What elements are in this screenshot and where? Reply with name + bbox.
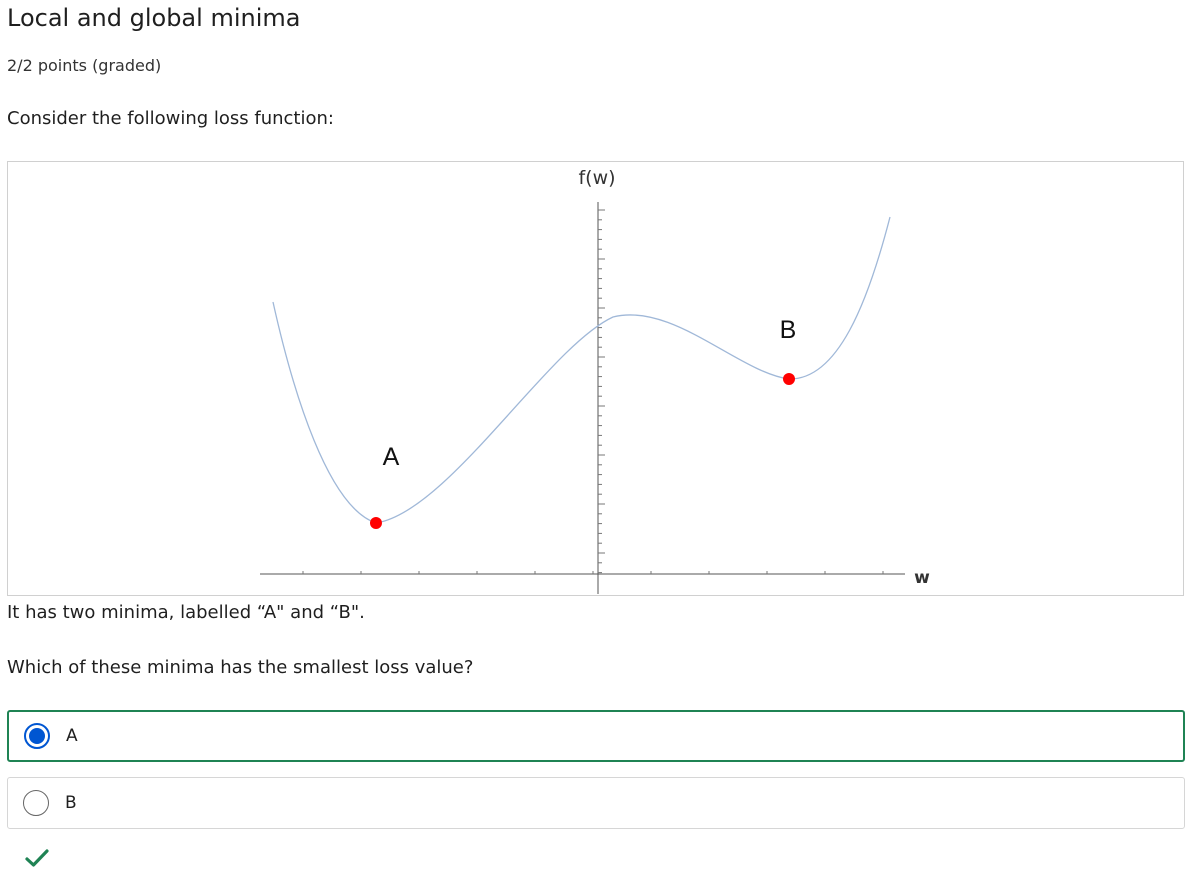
checkmark-icon [25,849,49,867]
question-prompt: Consider the following loss function: [7,108,334,129]
x-axis-label: w [914,568,930,588]
y-axis-ticks [598,209,605,574]
points-status: 2/2 points (graded) [7,56,162,75]
minimum-a-marker [370,517,382,529]
y-axis-label: f(w) [578,167,615,189]
answer-option-label: A [66,726,78,746]
point-label-b: B [780,316,797,344]
answer-option-a[interactable]: A [7,710,1185,762]
answer-option-b[interactable]: B [7,777,1185,829]
question-title: Local and global minima [7,4,301,32]
loss-function-figure: f(w) w A B [7,161,1184,596]
point-label-a: A [383,443,400,471]
question-text: Which of these minima has the smallest l… [7,657,474,678]
answer-option-label: B [65,793,77,813]
minimum-b-marker [783,373,795,385]
loss-function-plot: f(w) w A B [260,167,930,594]
figure-caption: It has two minima, labelled “A" and “B". [7,602,365,623]
radio-button-selected[interactable] [24,723,50,749]
loss-curve [272,216,891,524]
radio-button[interactable] [23,790,49,816]
